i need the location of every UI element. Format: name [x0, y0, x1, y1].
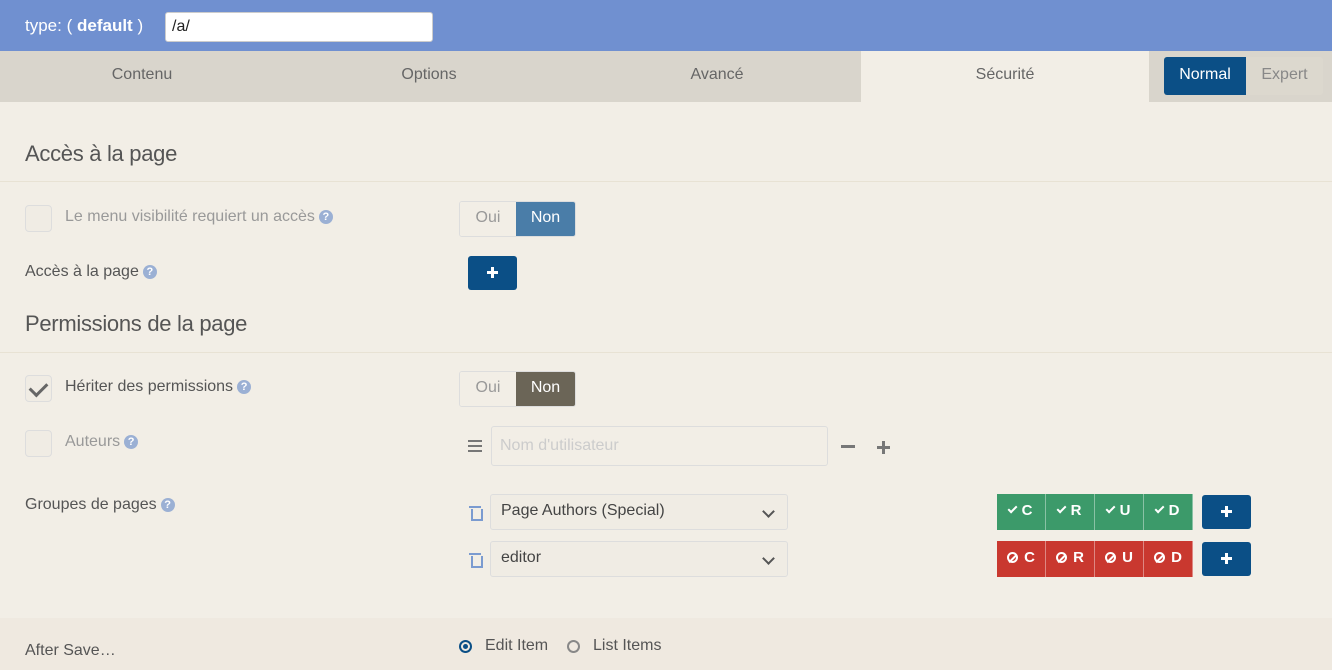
perm-delete-toggle[interactable]: D [1144, 541, 1193, 577]
help-icon[interactable]: ? [318, 210, 333, 224]
oui-option[interactable]: Oui [460, 372, 516, 406]
check-icon [1154, 503, 1165, 514]
perm-letter: R [1073, 549, 1084, 566]
perm-letter: C [1024, 549, 1035, 566]
help-icon[interactable]: ? [142, 265, 157, 279]
perm-update-toggle[interactable]: U [1095, 541, 1144, 577]
crud-permissions: C R U D [997, 494, 1193, 530]
help-icon[interactable]: ? [237, 380, 252, 394]
tab-options[interactable]: Options [286, 51, 572, 102]
help-icon[interactable]: ? [124, 435, 139, 449]
ban-icon [1007, 552, 1019, 563]
page-access-label: Accès à la page? [25, 263, 157, 281]
perm-read-toggle[interactable]: R [1046, 494, 1095, 530]
add-group-button[interactable] [1202, 542, 1251, 576]
non-option[interactable]: Non [516, 372, 575, 406]
after-save-label: After Save… [25, 642, 116, 659]
inherit-permissions-toggle: Oui Non [459, 371, 576, 407]
add-group-button[interactable] [1202, 495, 1251, 529]
after-save-bar [0, 618, 1332, 670]
chevron-down-icon [762, 505, 775, 518]
perm-letter: U [1119, 502, 1131, 519]
trash-icon[interactable] [469, 506, 483, 521]
add-access-button[interactable] [468, 256, 517, 290]
plus-icon[interactable] [877, 441, 890, 454]
check-icon [1007, 503, 1018, 514]
reorder-icon[interactable] [468, 440, 482, 452]
expert-mode-button[interactable]: Expert [1246, 57, 1323, 95]
perm-letter: C [1021, 502, 1033, 519]
menu-visibility-label: Le menu visibilité requiert un accès? [65, 208, 333, 226]
type-label: type: ( default ) [25, 16, 143, 36]
ban-icon [1105, 552, 1117, 563]
edit-item-label[interactable]: Edit Item [485, 637, 548, 655]
top-bar: type: ( default ) [0, 0, 1332, 51]
check-icon [1105, 503, 1116, 514]
perm-create-toggle[interactable]: C [997, 494, 1046, 530]
check-icon [1056, 503, 1067, 514]
ban-icon [1056, 552, 1068, 563]
perm-create-toggle[interactable]: C [997, 541, 1046, 577]
ban-icon [1154, 552, 1166, 563]
username-input[interactable]: Nom d'utilisateur [491, 426, 828, 466]
group-select-value: Page Authors (Special) [501, 502, 665, 519]
page-groups-label-text: Groupes de pages [25, 496, 157, 513]
divider [0, 352, 1332, 353]
non-option[interactable]: Non [516, 202, 575, 236]
authors-label-text: Auteurs [65, 433, 121, 450]
page-groups-label: Groupes de pages? [25, 496, 175, 514]
inherit-permissions-label: Hériter des permissions? [65, 378, 252, 396]
type-suffix: ) [137, 16, 144, 35]
authors-label: Auteurs? [65, 433, 139, 451]
access-section-title: Accès à la page [25, 141, 178, 166]
perm-read-toggle[interactable]: R [1046, 541, 1095, 577]
chevron-down-icon [762, 552, 775, 565]
menu-visibility-label-text: Le menu visibilité requiert un accès [65, 208, 315, 225]
group-select[interactable]: editor [490, 541, 788, 577]
perm-update-toggle[interactable]: U [1095, 494, 1144, 530]
tab-securite[interactable]: Sécurité [861, 51, 1149, 102]
permissions-section-title: Permissions de la page [25, 311, 248, 336]
oui-option[interactable]: Oui [460, 202, 516, 236]
minus-icon[interactable] [841, 445, 855, 448]
menu-visibility-checkbox[interactable] [25, 205, 52, 232]
perm-letter: U [1122, 549, 1133, 566]
edit-item-radio[interactable] [459, 640, 472, 653]
group-select-value: editor [501, 549, 542, 566]
tab-bar: Contenu Options Avancé Sécurité [0, 51, 1332, 102]
mode-switch: Normal Expert [1164, 57, 1323, 95]
group-select[interactable]: Page Authors (Special) [490, 494, 788, 530]
perm-letter: D [1168, 502, 1180, 519]
help-icon[interactable]: ? [160, 498, 175, 512]
authors-checkbox[interactable] [25, 430, 52, 457]
tab-avance[interactable]: Avancé [574, 51, 860, 102]
type-value: default [76, 16, 133, 35]
inherit-permissions-label-text: Hériter des permissions [65, 378, 234, 395]
divider [0, 181, 1332, 182]
type-prefix: type: ( [25, 16, 73, 35]
inherit-permissions-checkbox[interactable] [25, 375, 52, 402]
crud-permissions: C R U D [997, 541, 1193, 577]
tab-contenu[interactable]: Contenu [0, 51, 284, 102]
perm-delete-toggle[interactable]: D [1144, 494, 1193, 530]
page-access-label-text: Accès à la page [25, 263, 139, 280]
perm-letter: R [1070, 502, 1082, 519]
list-items-radio[interactable] [567, 640, 580, 653]
normal-mode-button[interactable]: Normal [1164, 57, 1246, 95]
trash-icon[interactable] [469, 553, 483, 568]
path-input[interactable] [165, 12, 433, 42]
perm-letter: D [1171, 549, 1182, 566]
list-items-label[interactable]: List Items [593, 637, 661, 655]
menu-visibility-toggle: Oui Non [459, 201, 576, 237]
